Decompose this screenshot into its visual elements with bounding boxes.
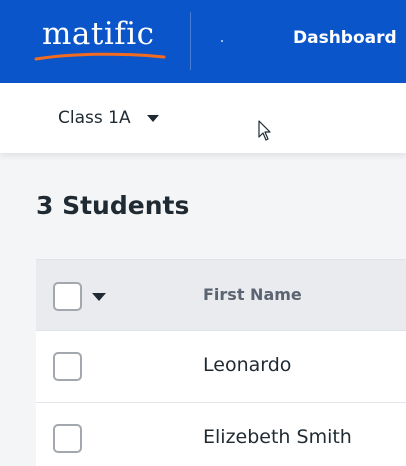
row-checkbox[interactable] <box>53 424 82 453</box>
cell-first-name: Elizebeth Smith <box>203 426 352 448</box>
nav-dashboard-link[interactable]: Dashboard <box>293 28 397 48</box>
row-checkbox[interactable] <box>53 352 82 381</box>
logo-swoosh-icon <box>34 52 166 61</box>
mouse-pointer-icon <box>258 120 271 141</box>
chevron-down-icon <box>146 114 159 122</box>
table-row[interactable]: Leonardo <box>36 331 406 403</box>
column-header-first-name[interactable]: First Name <box>203 285 302 304</box>
header-divider <box>190 12 191 70</box>
class-select-value: Class 1A <box>58 108 131 128</box>
select-options-caret-icon[interactable] <box>92 293 106 301</box>
cell-first-name: Leonardo <box>203 354 292 376</box>
logo-text: matific <box>42 16 155 52</box>
table-header: First Name <box>36 259 406 331</box>
top-navigation-bar: matific Dashboard <box>0 0 406 83</box>
students-table: First Name Leonardo Elizebeth Smith <box>36 259 406 466</box>
select-all-checkbox[interactable] <box>53 282 82 311</box>
table-row[interactable]: Elizebeth Smith <box>36 403 406 466</box>
student-count-heading: 3 Students <box>36 191 190 220</box>
header-dot <box>221 40 223 42</box>
class-selector-bar: Class 1A <box>0 83 406 153</box>
class-select-dropdown[interactable]: Class 1A <box>58 106 159 130</box>
page: matific Dashboard Class 1A 3 Students Fi… <box>0 0 406 466</box>
